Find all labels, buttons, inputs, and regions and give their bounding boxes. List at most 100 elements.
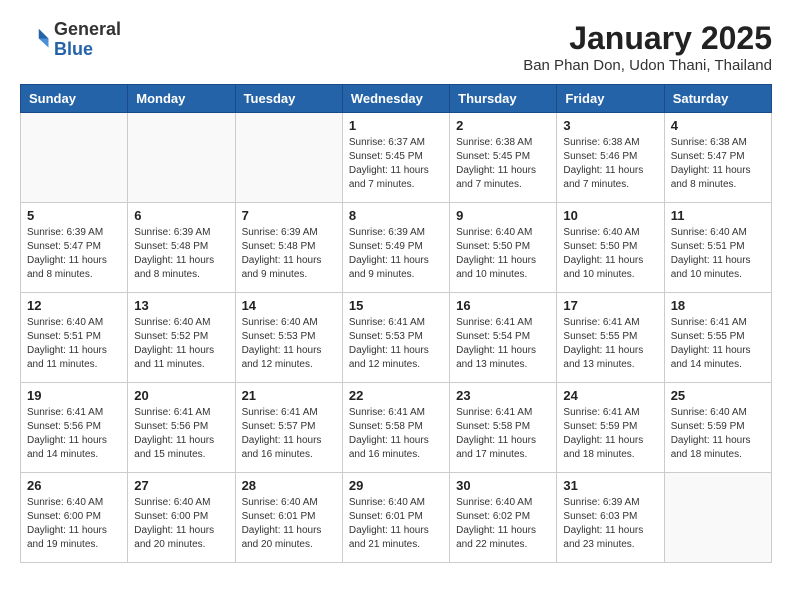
day-number: 6 [134, 208, 228, 223]
day-number: 5 [27, 208, 121, 223]
header-monday: Monday [128, 85, 235, 113]
day-info: Sunrise: 6:40 AM Sunset: 5:51 PM Dayligh… [27, 316, 121, 372]
day-info: Sunrise: 6:40 AM Sunset: 5:59 PM Dayligh… [671, 406, 765, 462]
calendar-cell: 2Sunrise: 6:38 AM Sunset: 5:45 PM Daylig… [450, 113, 557, 203]
day-number: 1 [349, 118, 443, 133]
calendar-cell: 15Sunrise: 6:41 AM Sunset: 5:53 PM Dayli… [342, 293, 449, 383]
calendar-cell: 20 Sunrise: 6:41 AM Sunset: 5:56 PM Dayli… [128, 383, 235, 473]
calendar-cell: 19 Sunrise: 6:41 AM Sunset: 5:56 PM Dayli… [21, 383, 128, 473]
day-info: Sunrise: 6:39 AM Sunset: 6:03 PM Dayligh… [563, 496, 657, 552]
day-info: Sunrise: 6:41 AM Sunset: 5:53 PM Dayligh… [349, 316, 443, 372]
day-number: 11 [671, 208, 765, 223]
calendar-cell: 30 Sunrise: 6:40 AM Sunset: 6:02 PM Dayli… [450, 473, 557, 563]
day-info: Sunrise: 6:41 AM Sunset: 5:55 PM Dayligh… [671, 316, 765, 372]
day-info: Sunrise: 6:40 AM Sunset: 5:51 PM Dayligh… [671, 226, 765, 282]
title-section: January 2025 Ban Phan Don, Udon Thani, T… [523, 20, 772, 74]
day-number: 7 [242, 208, 336, 223]
day-number: 10 [563, 208, 657, 223]
day-number: 20 [134, 388, 228, 403]
calendar-cell: 3Sunrise: 6:38 AM Sunset: 5:46 PM Daylig… [557, 113, 664, 203]
calendar-cell: 5 Sunrise: 6:39 AM Sunset: 5:47 PM Daylig… [21, 203, 128, 293]
day-info: Sunrise: 6:40 AM Sunset: 6:00 PM Dayligh… [27, 496, 121, 552]
day-info: Sunrise: 6:40 AM Sunset: 5:50 PM Dayligh… [563, 226, 657, 282]
calendar-week-row: 26Sunrise: 6:40 AM Sunset: 6:00 PM Dayli… [21, 473, 772, 563]
calendar-cell [664, 473, 771, 563]
day-number: 18 [671, 298, 765, 313]
calendar-week-row: 5 Sunrise: 6:39 AM Sunset: 5:47 PM Daylig… [21, 203, 772, 293]
header-friday: Friday [557, 85, 664, 113]
day-number: 3 [563, 118, 657, 133]
calendar-title: January 2025 [523, 20, 772, 57]
calendar-cell: 25 Sunrise: 6:40 AM Sunset: 5:59 PM Dayli… [664, 383, 771, 473]
calendar-cell: 29Sunrise: 6:40 AM Sunset: 6:01 PM Dayli… [342, 473, 449, 563]
day-number: 14 [242, 298, 336, 313]
day-info: Sunrise: 6:41 AM Sunset: 5:57 PM Dayligh… [242, 406, 336, 462]
day-number: 28 [242, 478, 336, 493]
day-number: 9 [456, 208, 550, 223]
day-number: 25 [671, 388, 765, 403]
calendar-cell: 11 Sunrise: 6:40 AM Sunset: 5:51 PM Dayli… [664, 203, 771, 293]
day-info: Sunrise: 6:40 AM Sunset: 5:53 PM Dayligh… [242, 316, 336, 372]
header-sunday: Sunday [21, 85, 128, 113]
day-number: 24 [563, 388, 657, 403]
calendar-week-row: 1 Sunrise: 6:37 AM Sunset: 5:45 PM Daylig… [21, 113, 772, 203]
day-info: Sunrise: 6:41 AM Sunset: 5:55 PM Dayligh… [563, 316, 657, 372]
day-number: 16 [456, 298, 550, 313]
day-info: Sunrise: 6:40 AM Sunset: 5:52 PM Dayligh… [134, 316, 228, 372]
day-number: 8 [349, 208, 443, 223]
day-number: 30 [456, 478, 550, 493]
day-number: 4 [671, 118, 765, 133]
day-number: 17 [563, 298, 657, 313]
logo-text: General Blue [54, 20, 121, 60]
day-number: 23 [456, 388, 550, 403]
day-info: Sunrise: 6:38 AM Sunset: 5:47 PM Dayligh… [671, 136, 765, 192]
calendar-cell [235, 113, 342, 203]
day-info: Sunrise: 6:41 AM Sunset: 5:56 PM Dayligh… [27, 406, 121, 462]
calendar-cell: 12 Sunrise: 6:40 AM Sunset: 5:51 PM Dayli… [21, 293, 128, 383]
calendar-cell: 16 Sunrise: 6:41 AM Sunset: 5:54 PM Dayli… [450, 293, 557, 383]
day-number: 12 [27, 298, 121, 313]
calendar-cell: 1 Sunrise: 6:37 AM Sunset: 5:45 PM Daylig… [342, 113, 449, 203]
day-number: 13 [134, 298, 228, 313]
day-number: 21 [242, 388, 336, 403]
header-wednesday: Wednesday [342, 85, 449, 113]
calendar-cell [21, 113, 128, 203]
day-info: Sunrise: 6:39 AM Sunset: 5:47 PM Dayligh… [27, 226, 121, 282]
weekday-header-row: Sunday Monday Tuesday Wednesday Thursday… [21, 85, 772, 113]
calendar-cell: 8 Sunrise: 6:39 AM Sunset: 5:49 PM Daylig… [342, 203, 449, 293]
day-info: Sunrise: 6:41 AM Sunset: 5:58 PM Dayligh… [349, 406, 443, 462]
calendar-cell: 31 Sunrise: 6:39 AM Sunset: 6:03 PM Dayli… [557, 473, 664, 563]
header-thursday: Thursday [450, 85, 557, 113]
calendar-cell: 26Sunrise: 6:40 AM Sunset: 6:00 PM Dayli… [21, 473, 128, 563]
calendar-cell: 14 Sunrise: 6:40 AM Sunset: 5:53 PM Dayli… [235, 293, 342, 383]
logo-icon [20, 25, 50, 55]
day-info: Sunrise: 6:39 AM Sunset: 5:49 PM Dayligh… [349, 226, 443, 282]
day-number: 27 [134, 478, 228, 493]
day-info: Sunrise: 6:41 AM Sunset: 5:56 PM Dayligh… [134, 406, 228, 462]
calendar-cell: 13 Sunrise: 6:40 AM Sunset: 5:52 PM Dayli… [128, 293, 235, 383]
day-number: 19 [27, 388, 121, 403]
calendar-cell: 6 Sunrise: 6:39 AM Sunset: 5:48 PM Daylig… [128, 203, 235, 293]
calendar-cell: 4 Sunrise: 6:38 AM Sunset: 5:47 PM Daylig… [664, 113, 771, 203]
calendar-cell: 18 Sunrise: 6:41 AM Sunset: 5:55 PM Dayli… [664, 293, 771, 383]
day-info: Sunrise: 6:41 AM Sunset: 5:58 PM Dayligh… [456, 406, 550, 462]
day-info: Sunrise: 6:40 AM Sunset: 6:00 PM Dayligh… [134, 496, 228, 552]
calendar-cell: 9 Sunrise: 6:40 AM Sunset: 5:50 PM Daylig… [450, 203, 557, 293]
calendar-cell: 22Sunrise: 6:41 AM Sunset: 5:58 PM Dayli… [342, 383, 449, 473]
calendar-cell: 27 Sunrise: 6:40 AM Sunset: 6:00 PM Dayli… [128, 473, 235, 563]
header-saturday: Saturday [664, 85, 771, 113]
calendar-cell: 10 Sunrise: 6:40 AM Sunset: 5:50 PM Dayli… [557, 203, 664, 293]
calendar-cell: 23 Sunrise: 6:41 AM Sunset: 5:58 PM Dayli… [450, 383, 557, 473]
day-info: Sunrise: 6:37 AM Sunset: 5:45 PM Dayligh… [349, 136, 443, 192]
day-info: Sunrise: 6:41 AM Sunset: 5:54 PM Dayligh… [456, 316, 550, 372]
day-info: Sunrise: 6:40 AM Sunset: 5:50 PM Dayligh… [456, 226, 550, 282]
calendar-cell [128, 113, 235, 203]
day-info: Sunrise: 6:40 AM Sunset: 6:02 PM Dayligh… [456, 496, 550, 552]
day-info: Sunrise: 6:40 AM Sunset: 6:01 PM Dayligh… [242, 496, 336, 552]
calendar-week-row: 12 Sunrise: 6:40 AM Sunset: 5:51 PM Dayli… [21, 293, 772, 383]
calendar-cell: 21 Sunrise: 6:41 AM Sunset: 5:57 PM Dayli… [235, 383, 342, 473]
calendar-cell: 17 Sunrise: 6:41 AM Sunset: 5:55 PM Dayli… [557, 293, 664, 383]
day-info: Sunrise: 6:39 AM Sunset: 5:48 PM Dayligh… [134, 226, 228, 282]
calendar-week-row: 19 Sunrise: 6:41 AM Sunset: 5:56 PM Dayli… [21, 383, 772, 473]
day-number: 31 [563, 478, 657, 493]
